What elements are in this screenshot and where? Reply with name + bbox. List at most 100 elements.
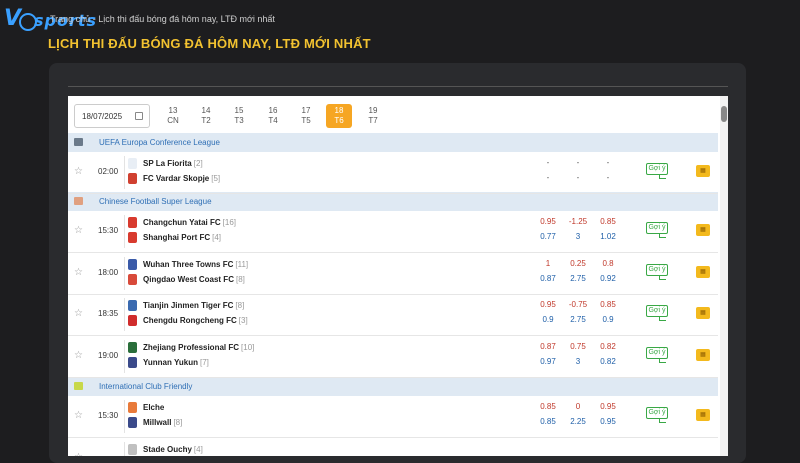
team-crest-icon	[128, 315, 137, 326]
odds-value[interactable]: 3	[563, 232, 593, 241]
odds-value[interactable]: 0	[563, 402, 593, 411]
team-crest-icon	[128, 173, 137, 184]
odds-value[interactable]: 0.95	[533, 300, 563, 309]
day-tab-number: 16	[268, 106, 278, 115]
odds-value[interactable]: 2.75	[563, 274, 593, 283]
odds-value[interactable]: 0.97	[533, 357, 563, 366]
schedule-panel: 18/07/2025 13 CN 14 T2 15 T3 16 T4 17 T5 18 T6 19 T7 …	[68, 96, 728, 456]
favorite-star-icon[interactable]: ☆	[74, 452, 83, 456]
odds-value[interactable]: -0.75	[563, 300, 593, 309]
day-tab-weekday: T6	[334, 116, 344, 125]
date-picker[interactable]: 18/07/2025	[74, 104, 150, 128]
day-tab-weekday: T7	[368, 116, 378, 125]
odds-value[interactable]: 2.25	[563, 417, 593, 426]
odds-value[interactable]: 0.8	[593, 259, 623, 268]
odds-table-icon[interactable]: ▦	[696, 349, 710, 361]
page-title: LỊCH THI ĐẤU BÓNG ĐÁ HÔM NAY, LTĐ MỚI NH…	[48, 36, 371, 51]
league-flag-icon	[74, 382, 83, 390]
favorite-star-icon[interactable]: ☆	[74, 225, 83, 236]
day-tab-17[interactable]: 17 T5	[293, 106, 319, 126]
favorite-star-icon[interactable]: ☆	[74, 308, 83, 319]
odds-value[interactable]: 0.82	[593, 357, 623, 366]
team-rank: [8]	[173, 418, 183, 427]
odds-value[interactable]: -	[563, 173, 593, 182]
day-tab-number: 15	[234, 106, 244, 115]
favorite-star-icon[interactable]: ☆	[74, 166, 83, 177]
odds-table-icon[interactable]: ▦	[696, 409, 710, 421]
match-row[interactable]: ☆ 19:00 Zhejiang Professional FC [10] Yunnan…	[68, 336, 718, 378]
team-crest-icon	[128, 357, 137, 368]
favorite-star-icon[interactable]: ☆	[74, 267, 83, 278]
day-tab-18[interactable]: 18 T6	[326, 104, 352, 128]
team-rank: [10]	[241, 343, 255, 352]
match-row[interactable]: ☆ 15:30 Elche Millwall [8] 0.85 0 0.95 0.85 2.25 0…	[68, 396, 718, 438]
odds-value[interactable]: 1.02	[593, 232, 623, 241]
odds-value[interactable]: 0.95	[533, 217, 563, 226]
odds-value[interactable]: 0.25	[563, 259, 593, 268]
odds-value[interactable]: 0.85	[593, 300, 623, 309]
team-rank: [16]	[222, 218, 236, 227]
odds-table-icon[interactable]: ▦	[696, 307, 710, 319]
day-tab-15[interactable]: 15 T3	[226, 106, 252, 126]
odds-value[interactable]: -	[533, 173, 563, 182]
odds-value[interactable]: -	[593, 173, 623, 182]
scrollbar[interactable]	[720, 96, 728, 456]
match-time: 02:00	[98, 167, 119, 176]
match-row[interactable]: ☆Stade Ouchy[4]	[68, 438, 718, 456]
row-separator	[124, 298, 125, 331]
match-row[interactable]: ☆ 02:00 SP La Fiorita [2] FC Vardar Skopje [5…	[68, 152, 718, 194]
day-tab-number: 18	[334, 106, 344, 115]
day-tab-weekday: T4	[268, 116, 278, 125]
day-tab-13[interactable]: 13 CN	[160, 106, 186, 126]
odds-value[interactable]: -	[563, 158, 593, 167]
odds-value[interactable]: 1	[533, 259, 563, 268]
team-crest-icon	[128, 232, 137, 243]
league-header[interactable]: International Club Friendly	[68, 377, 718, 396]
league-header[interactable]: UEFA Europa Conference League	[68, 133, 718, 152]
league-name: Chinese Football Super League	[99, 197, 212, 206]
team-name: Wuhan Three Towns FC [11]	[143, 260, 249, 269]
odds-value[interactable]: 0.75	[563, 342, 593, 351]
odds-value[interactable]: 3	[563, 357, 593, 366]
odds-value[interactable]: 0.87	[533, 342, 563, 351]
row-separator	[124, 340, 125, 373]
day-tab-19[interactable]: 19 T7	[360, 106, 386, 126]
league-header[interactable]: Chinese Football Super League	[68, 192, 718, 211]
breadcrumb-home-link[interactable]: Trang chủ	[50, 14, 90, 24]
odds-value[interactable]: 0.85	[533, 402, 563, 411]
day-tab-16[interactable]: 16 T4	[260, 106, 286, 126]
odds-value[interactable]: 0.82	[593, 342, 623, 351]
day-tab-14[interactable]: 14 T2	[193, 106, 219, 126]
odds-value[interactable]: 0.85	[593, 217, 623, 226]
scrollbar-thumb[interactable]	[721, 106, 727, 122]
match-row[interactable]: ☆ 18:35 Tianjin Jinmen Tiger FC [8] Chengdu …	[68, 294, 718, 336]
odds-value[interactable]: 0.95	[593, 417, 623, 426]
day-tab-weekday: T5	[301, 116, 311, 125]
odds-value[interactable]: 0.92	[593, 274, 623, 283]
team-crest-icon	[128, 217, 137, 228]
favorite-star-icon[interactable]: ☆	[74, 350, 83, 361]
odds-value[interactable]: 0.9	[533, 315, 563, 324]
odds-table-icon[interactable]: ▦	[696, 224, 710, 236]
odds-value[interactable]: 0.77	[533, 232, 563, 241]
odds-value[interactable]: 0.87	[533, 274, 563, 283]
odds-value[interactable]: 0.85	[533, 417, 563, 426]
team-rank: [2]	[193, 159, 203, 168]
odds-value[interactable]: -	[593, 158, 623, 167]
odds-table-icon[interactable]: ▦	[696, 266, 710, 278]
odds-value[interactable]: -1.25	[563, 217, 593, 226]
odds-value[interactable]: 2.75	[563, 315, 593, 324]
odds-value[interactable]: 0.95	[593, 402, 623, 411]
match-time: 15:30	[98, 226, 119, 235]
team-rank: [7]	[199, 358, 209, 367]
breadcrumb-current: Lịch thi đấu bóng đá hôm nay, LTĐ mới nh…	[98, 14, 275, 24]
odds-value[interactable]: -	[533, 158, 563, 167]
favorite-star-icon[interactable]: ☆	[74, 410, 83, 421]
odds-table-icon[interactable]: ▦	[696, 165, 710, 177]
match-row[interactable]: ☆ 18:00 Wuhan Three Towns FC [11] Qingdao We…	[68, 253, 718, 295]
date-picker-value: 18/07/2025	[82, 112, 123, 121]
odds-value[interactable]: 0.9	[593, 315, 623, 324]
tip-pointer-icon	[659, 358, 666, 363]
match-row[interactable]: ☆ 15:30 Changchun Yatai FC [16] Shanghai Por…	[68, 211, 718, 253]
team-name: FC Vardar Skopje [5]	[143, 174, 221, 183]
